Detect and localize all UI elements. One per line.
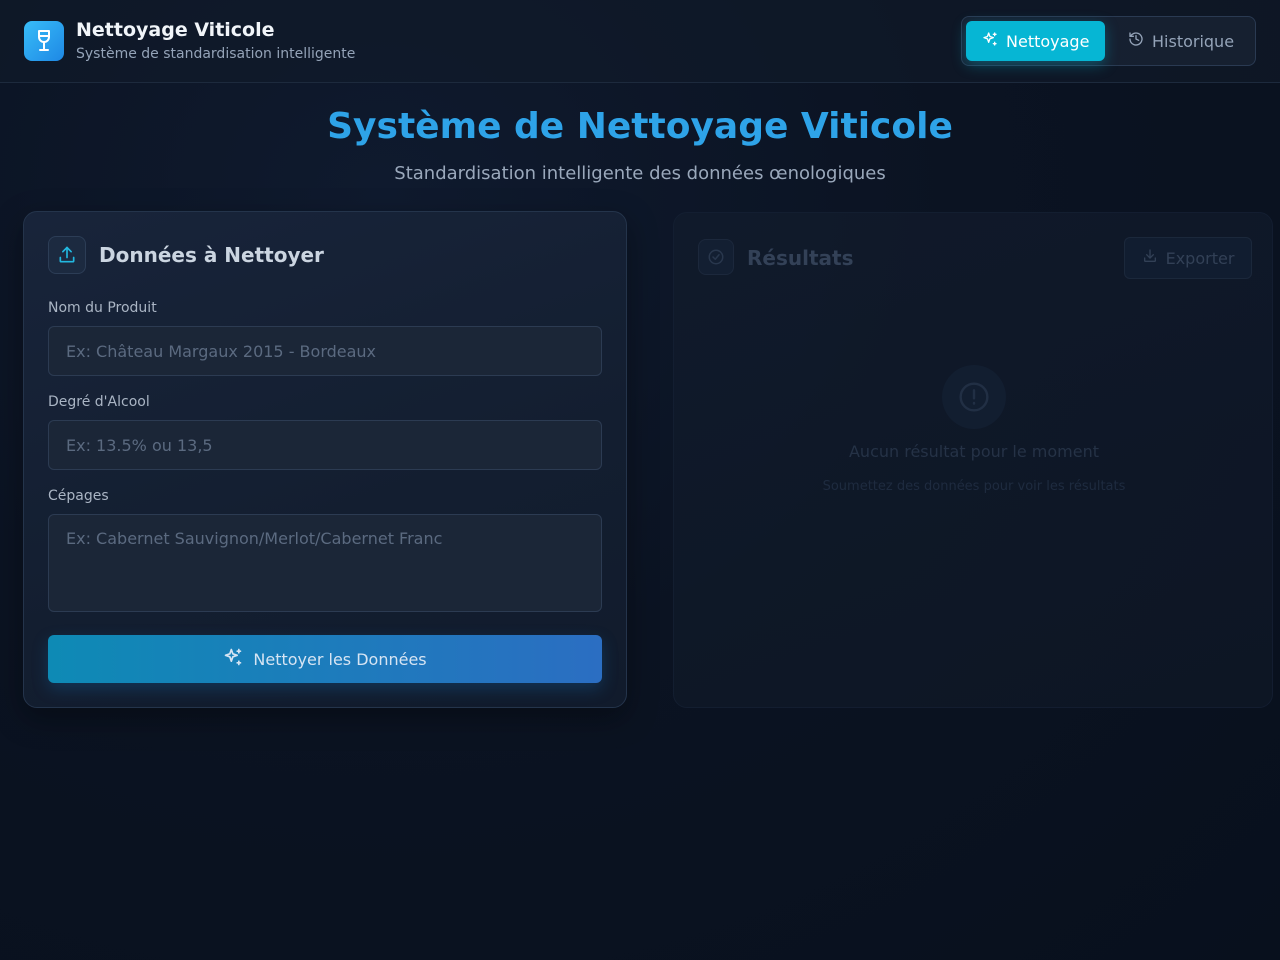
empty-state-subtitle: Soumettez des données pour voir les résu… xyxy=(822,479,1126,494)
main-nav: Nettoyage Historique xyxy=(961,16,1256,66)
input-card-title: Données à Nettoyer xyxy=(99,243,324,267)
empty-state-title: Aucun résultat pour le moment xyxy=(848,442,1100,461)
tab-historique-label: Historique xyxy=(1152,31,1235,51)
input-card: Données à Nettoyer Nom du Produit Degré … xyxy=(23,211,627,708)
clean-data-button-label: Nettoyer les Données xyxy=(253,649,427,669)
app-title: Nettoyage Viticole xyxy=(76,19,275,41)
app-subtitle: Système de standardisation intelligente xyxy=(76,46,356,62)
export-button-label: Exporter xyxy=(1165,248,1235,268)
tab-nettoyage-label: Nettoyage xyxy=(1006,31,1090,51)
page-title: Système de Nettoyage Viticole xyxy=(327,106,953,147)
alcohol-label: Degré d'Alcool xyxy=(48,394,150,410)
product-name-input[interactable] xyxy=(48,326,602,376)
tab-nettoyage[interactable]: Nettoyage xyxy=(966,21,1105,61)
clean-data-button[interactable]: Nettoyer les Données xyxy=(48,635,602,683)
app-header: Nettoyage Viticole Système de standardis… xyxy=(0,0,1280,83)
upload-icon xyxy=(48,236,86,274)
product-name-label: Nom du Produit xyxy=(48,300,157,316)
sparkles-icon xyxy=(223,647,243,671)
history-icon xyxy=(1128,31,1144,51)
alert-circle-icon xyxy=(942,365,1006,429)
page-subtitle: Standardisation intelligente des données… xyxy=(394,163,886,184)
results-title: Résultats xyxy=(747,246,854,270)
wine-glass-icon xyxy=(24,21,64,61)
tab-historique[interactable]: Historique xyxy=(1112,21,1252,61)
check-circle-icon xyxy=(698,239,734,275)
alcohol-input[interactable] xyxy=(48,420,602,470)
download-icon xyxy=(1142,248,1158,268)
sparkles-icon xyxy=(982,31,998,51)
results-card: Résultats Exporter Aucun résultat pour l… xyxy=(673,212,1273,708)
grapes-label: Cépages xyxy=(48,488,109,504)
export-button[interactable]: Exporter xyxy=(1124,237,1252,279)
grapes-textarea[interactable] xyxy=(48,514,602,612)
